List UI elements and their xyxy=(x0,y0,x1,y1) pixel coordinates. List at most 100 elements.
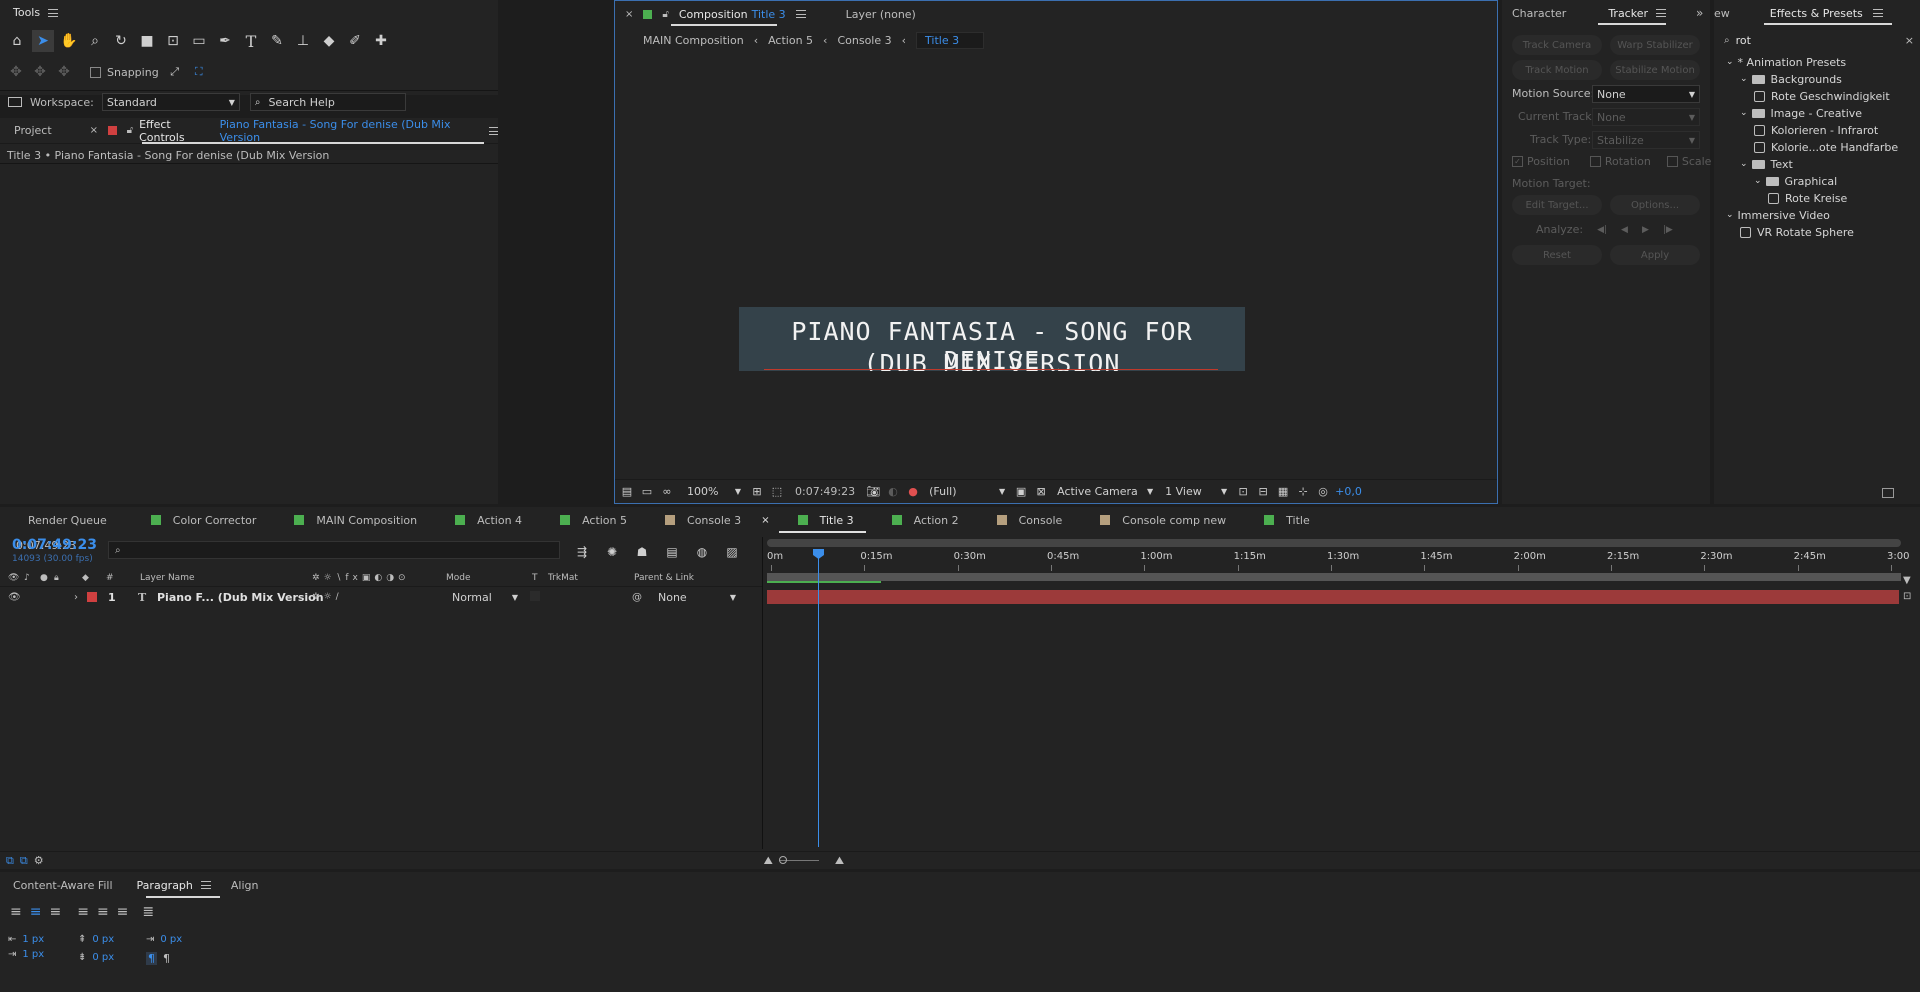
effects-tree-item[interactable]: VR Rotate Sphere xyxy=(1740,225,1854,239)
shy-layers-icon[interactable]: ☗ xyxy=(632,541,652,563)
options-button[interactable]: Options... xyxy=(1610,195,1700,215)
reset-exposure-icon[interactable]: ◎ xyxy=(1315,481,1331,503)
tab-layer[interactable]: Layer (none) xyxy=(846,8,916,21)
time-graph[interactable]: 0m 0:15m 0:30m 0:45m 1:00m 1:15m 1:30m 1:45m 2:0… xyxy=(762,537,1920,849)
align-left-icon[interactable]: ≡ xyxy=(10,904,22,920)
effects-tree-item[interactable]: ⌄ Image - Creative xyxy=(1740,106,1862,120)
overflow-icon[interactable]: » xyxy=(1696,6,1703,20)
comp-marker-icon[interactable]: ▼ xyxy=(1903,575,1911,586)
timeline-tab[interactable]: Action 2 xyxy=(864,507,969,533)
show-snapshot-icon[interactable]: ◐ xyxy=(885,481,901,503)
solo-icon[interactable]: ● xyxy=(40,573,48,583)
effects-tree-item[interactable]: ⌄ Immersive Video xyxy=(1726,208,1830,222)
pick-whip-icon[interactable]: @ xyxy=(632,592,642,603)
left-to-right-icon[interactable]: ¶ xyxy=(146,952,157,965)
justify-last-right-icon[interactable]: ≡ xyxy=(117,904,129,920)
track-motion-button[interactable]: Track Motion xyxy=(1512,60,1602,80)
panel-menu-icon[interactable] xyxy=(1872,9,1883,17)
graph-editor-icon[interactable]: ▨ xyxy=(722,541,742,563)
column-parent-link[interactable]: Parent & Link xyxy=(634,573,694,583)
current-time-display[interactable]: 0:07:49:23 xyxy=(12,537,97,553)
clone-stamp-tool-icon[interactable]: ⊥ xyxy=(292,30,314,52)
zoom-in-icon[interactable]: ⛰ xyxy=(835,854,844,868)
exposure-value[interactable]: +0,0 xyxy=(1335,485,1362,498)
effects-tree-item[interactable]: Rote Kreise xyxy=(1768,191,1847,205)
tab-project[interactable]: Project xyxy=(14,124,52,137)
tab-content-aware-fill[interactable]: Content-Aware Fill xyxy=(13,879,113,892)
fast-previews-icon[interactable]: ▣ xyxy=(1013,481,1029,503)
in-out-toggle-icon[interactable]: ⚙ xyxy=(34,854,44,867)
timeline-tab[interactable]: Render Queue xyxy=(0,507,117,533)
tab-composition[interactable]: Composition xyxy=(679,8,748,21)
timeline-tab[interactable]: × Title 3 xyxy=(751,507,866,533)
effects-search-input[interactable]: ⌕ rot × xyxy=(1724,31,1914,49)
justify-last-center-icon[interactable]: ≡ xyxy=(97,904,109,920)
effects-tree-item[interactable]: ⌄ Text xyxy=(1740,157,1793,171)
lock-icon[interactable]: 🔓︎ xyxy=(662,9,668,20)
home-icon[interactable]: ⌂ xyxy=(6,30,28,52)
work-area-bar[interactable] xyxy=(767,539,1901,547)
timeline-tab[interactable]: Console 3 xyxy=(637,507,751,533)
lock-icon[interactable] xyxy=(108,126,117,135)
analyze-forward-frame-icon[interactable]: |▶ xyxy=(1663,225,1673,235)
tab-partial[interactable]: ew xyxy=(1714,7,1730,20)
frame-blending-icon[interactable]: ▤ xyxy=(662,541,682,563)
tab-effects-presets[interactable]: Effects & Presets xyxy=(1770,7,1863,20)
parent-dropdown[interactable]: None ▼ xyxy=(654,589,740,605)
time-ruler[interactable]: 0m 0:15m 0:30m 0:45m 1:00m 1:15m 1:30m 1:45m 2:0… xyxy=(763,547,1920,573)
title-card[interactable]: PIANO FANTASIA - SONG FOR DENISE (DUB MI… xyxy=(739,307,1245,371)
flow-item[interactable]: Action 5 xyxy=(768,34,813,47)
transparency-grid-icon[interactable]: ⊠ xyxy=(1033,481,1049,503)
zoom-out-icon[interactable]: ⛰ xyxy=(764,854,773,868)
panel-menu-icon[interactable] xyxy=(48,8,59,17)
timeline-tab[interactable]: MAIN Composition xyxy=(266,507,427,533)
column-layer-name[interactable]: Layer Name xyxy=(140,573,195,583)
flow-item[interactable]: MAIN Composition xyxy=(643,34,744,47)
lock-icon[interactable]: 🔓︎ xyxy=(127,125,133,136)
effects-tree-item[interactable]: ⌄ Graphical xyxy=(1754,174,1837,188)
pen-tool-icon[interactable]: ✒ xyxy=(214,30,236,52)
effect-controls-layer[interactable]: Piano Fantasia - Song For denise (Dub Mi… xyxy=(220,118,481,144)
justify-last-left-icon[interactable]: ≡ xyxy=(77,904,89,920)
close-icon[interactable]: × xyxy=(90,125,98,136)
selection-tool-icon[interactable]: ➤ xyxy=(32,30,54,52)
apply-button[interactable]: Apply xyxy=(1610,245,1700,265)
motion-source-dropdown[interactable]: None ▼ xyxy=(1592,85,1700,103)
timeline-tab[interactable]: Console comp new xyxy=(1072,507,1236,533)
zoom-dropdown[interactable]: 100% ▼ xyxy=(683,483,745,501)
disclosure-triangle-icon[interactable]: ⌄ xyxy=(1740,159,1748,169)
disclosure-triangle-icon[interactable]: ⌄ xyxy=(1740,108,1748,118)
timeline-tab[interactable]: Color Corrector xyxy=(117,507,267,533)
blend-mode-dropdown[interactable]: Normal ▼ xyxy=(448,589,522,605)
panel-menu-icon[interactable] xyxy=(1656,9,1666,17)
panel-menu-icon[interactable] xyxy=(795,10,806,18)
effects-tree-item[interactable]: Rote Geschwindigkeit xyxy=(1754,89,1890,103)
right-to-left-icon[interactable]: ¶ xyxy=(163,952,170,965)
timeline-icon[interactable]: ▦ xyxy=(1275,481,1291,503)
tab-character[interactable]: Character xyxy=(1512,7,1566,20)
effects-tree-item[interactable]: ⌄ Backgrounds xyxy=(1740,72,1842,86)
rectangle-tool-icon[interactable]: ▭ xyxy=(188,30,210,52)
analyze-back-frame-icon[interactable]: ◀| xyxy=(1597,225,1607,235)
tab-tracker[interactable]: Tracker xyxy=(1608,7,1648,20)
snap-grid-icon[interactable]: ⛶ xyxy=(191,61,207,83)
layer-label-color[interactable] xyxy=(87,592,97,602)
timeline-tab[interactable]: Console xyxy=(969,507,1073,533)
toggle-pixel-aspect-icon[interactable]: ⊡ xyxy=(1235,481,1251,503)
layer-switches-icon[interactable]: ✲☼∕ xyxy=(312,592,343,602)
space-before-value[interactable]: 0 px xyxy=(92,934,114,945)
brush-tool-icon[interactable]: ✎ xyxy=(266,30,288,52)
zoom-tool-icon[interactable]: ⌕ xyxy=(84,30,106,52)
views-dropdown[interactable]: 1 View ▼ xyxy=(1161,483,1231,501)
track-camera-button[interactable]: Track Camera xyxy=(1512,35,1602,55)
search-help-input[interactable]: ⌕ Search Help xyxy=(249,93,406,111)
puppet-pin-tool-icon[interactable]: ✚ xyxy=(370,30,392,52)
timeline-search-input[interactable]: ⌕ xyxy=(108,541,560,559)
timeline-tab[interactable]: Title xyxy=(1236,507,1320,533)
snapshot-camera-icon[interactable]: 📷︎ xyxy=(865,481,881,503)
first-line-value[interactable]: 0 px xyxy=(160,934,182,945)
analyze-forward-icon[interactable]: ▶ xyxy=(1642,225,1649,235)
comp-button-icon[interactable]: ⊡ xyxy=(1903,591,1911,602)
snapping-checkbox[interactable] xyxy=(90,66,101,78)
timeline-tab[interactable]: Action 4 xyxy=(427,507,532,533)
